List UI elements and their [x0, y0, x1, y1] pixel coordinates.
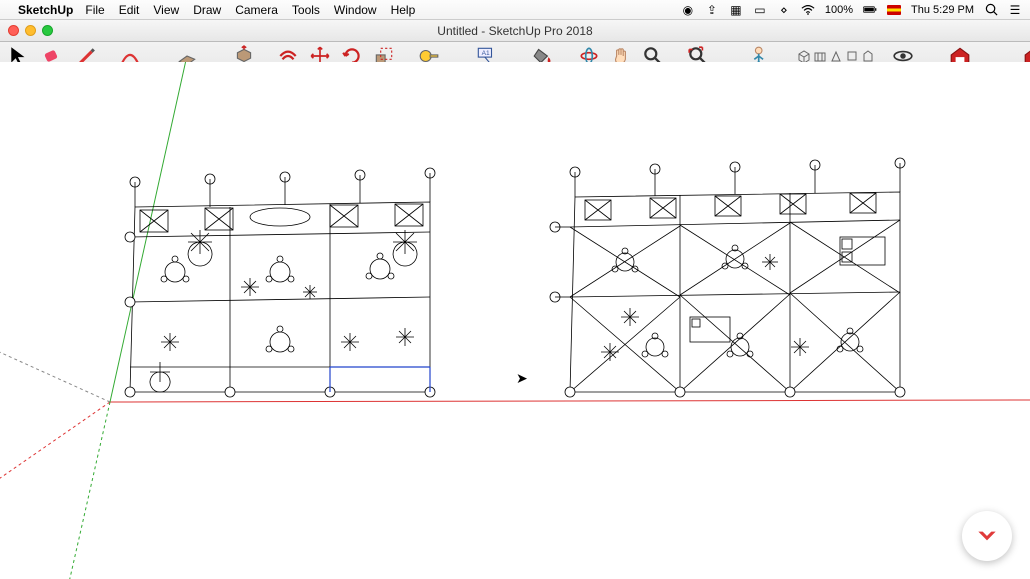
display-icon[interactable]: ▭: [753, 3, 767, 17]
keyboard-flag-icon[interactable]: [887, 5, 901, 15]
menu-tools[interactable]: Tools: [292, 3, 320, 17]
floor-plan-left: [125, 168, 435, 397]
fullscreen-window-button[interactable]: [42, 25, 53, 36]
menu-file[interactable]: File: [85, 3, 104, 17]
menu-help[interactable]: Help: [391, 3, 416, 17]
chevron-down-bold-icon: [974, 523, 1000, 549]
app-name[interactable]: SketchUp: [18, 3, 73, 17]
menu-window[interactable]: Window: [334, 3, 377, 17]
close-window-button[interactable]: [8, 25, 19, 36]
window-title: Untitled - SketchUp Pro 2018: [0, 24, 1030, 38]
dropbox-icon[interactable]: ⇪: [705, 3, 719, 17]
menu-list-icon[interactable]: ☰: [1008, 3, 1022, 17]
viewport-3d[interactable]: ➤: [0, 62, 1030, 579]
menu-camera[interactable]: Camera: [235, 3, 278, 17]
menu-view[interactable]: View: [153, 3, 179, 17]
minimize-window-button[interactable]: [25, 25, 36, 36]
clock[interactable]: Thu 5:29 PM: [911, 4, 974, 16]
record-icon[interactable]: ◉: [681, 3, 695, 17]
battery-icon[interactable]: [863, 3, 877, 17]
svg-text:A1: A1: [481, 50, 489, 57]
grid-icon[interactable]: ▦: [729, 3, 743, 17]
window-titlebar: Untitled - SketchUp Pro 2018: [0, 20, 1030, 42]
bluetooth-icon[interactable]: ⋄: [777, 3, 791, 17]
mac-menubar: SketchUp File Edit View Draw Camera Tool…: [0, 0, 1030, 20]
roof-plan-right: [550, 158, 905, 397]
menu-edit[interactable]: Edit: [119, 3, 140, 17]
menu-draw[interactable]: Draw: [193, 3, 221, 17]
floating-badge-button[interactable]: [962, 511, 1012, 561]
spotlight-icon[interactable]: [984, 3, 998, 17]
wifi-icon[interactable]: [801, 3, 815, 17]
battery-percent: 100%: [825, 4, 853, 16]
